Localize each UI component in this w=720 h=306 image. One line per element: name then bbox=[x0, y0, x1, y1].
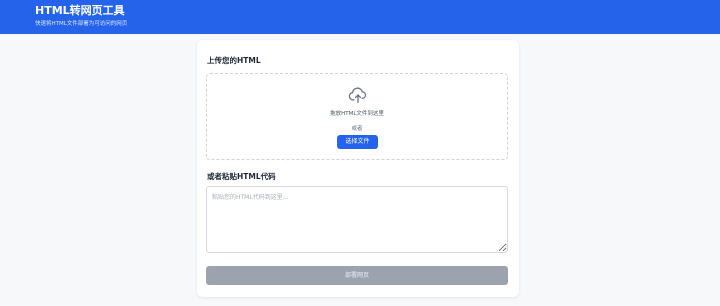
choose-file-button[interactable]: 选择文件 bbox=[337, 135, 378, 149]
html-code-input[interactable] bbox=[206, 186, 508, 253]
paste-section-title: 或者粘贴HTML代码 bbox=[207, 172, 276, 181]
main-card: 上传您的HTML 拖放HTML文件到这里 或者 选择文件 或者粘贴HTML代码 … bbox=[197, 40, 519, 297]
deploy-button[interactable]: 部署网页 bbox=[206, 266, 508, 285]
app-title: HTML转网页工具 bbox=[35, 4, 125, 17]
app-header: HTML转网页工具 快速将HTML文件部署为可访问的网页 bbox=[0, 0, 720, 34]
upload-section-title: 上传您的HTML bbox=[207, 56, 261, 65]
dropzone-or-label: 或者 bbox=[351, 126, 363, 132]
cloud-upload-icon bbox=[348, 87, 367, 104]
file-dropzone[interactable]: 拖放HTML文件到这里 或者 选择文件 bbox=[206, 73, 508, 160]
dropzone-hint: 拖放HTML文件到这里 bbox=[330, 111, 384, 117]
app-subtitle: 快速将HTML文件部署为可访问的网页 bbox=[35, 21, 128, 27]
